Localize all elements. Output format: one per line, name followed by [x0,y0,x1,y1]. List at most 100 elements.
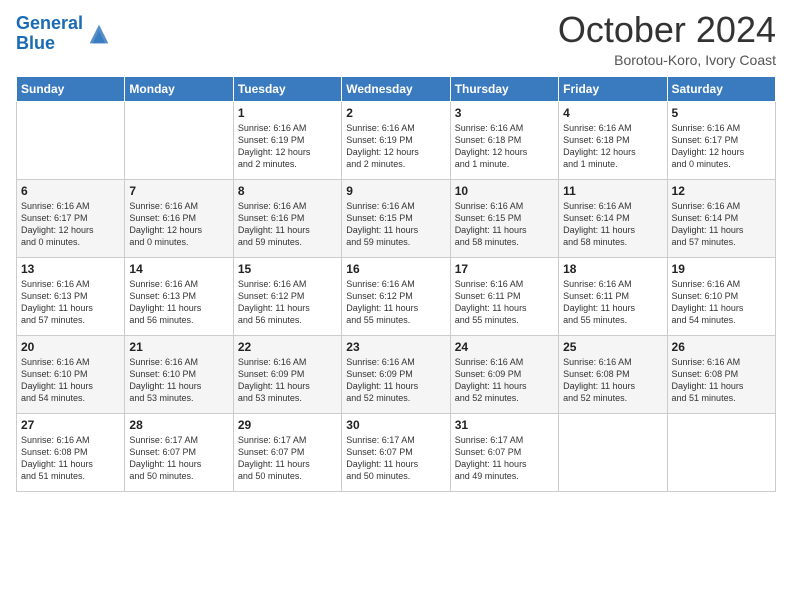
cell-info: Sunrise: 6:17 AM Sunset: 6:07 PM Dayligh… [455,434,554,483]
cell-info: Sunrise: 6:16 AM Sunset: 6:17 PM Dayligh… [672,122,771,171]
day-number: 3 [455,106,554,120]
day-number: 21 [129,340,228,354]
cell-info: Sunrise: 6:16 AM Sunset: 6:08 PM Dayligh… [563,356,662,405]
cell-info: Sunrise: 6:16 AM Sunset: 6:19 PM Dayligh… [238,122,337,171]
day-number: 18 [563,262,662,276]
day-number: 5 [672,106,771,120]
calendar-cell: 20 Sunrise: 6:16 AM Sunset: 6:10 PM Dayli… [17,335,125,413]
day-number: 20 [21,340,120,354]
col-wednesday: Wednesday [342,76,450,101]
col-tuesday: Tuesday [233,76,341,101]
col-saturday: Saturday [667,76,775,101]
day-number: 26 [672,340,771,354]
cell-info: Sunrise: 6:17 AM Sunset: 6:07 PM Dayligh… [129,434,228,483]
cell-info: Sunrise: 6:16 AM Sunset: 6:13 PM Dayligh… [21,278,120,327]
cell-info: Sunrise: 6:16 AM Sunset: 6:10 PM Dayligh… [21,356,120,405]
day-number: 8 [238,184,337,198]
cell-info: Sunrise: 6:16 AM Sunset: 6:18 PM Dayligh… [455,122,554,171]
calendar-cell: 14 Sunrise: 6:16 AM Sunset: 6:13 PM Dayli… [125,257,233,335]
cell-info: Sunrise: 6:16 AM Sunset: 6:10 PM Dayligh… [672,278,771,327]
calendar-cell: 11 Sunrise: 6:16 AM Sunset: 6:14 PM Dayli… [559,179,667,257]
cell-info: Sunrise: 6:16 AM Sunset: 6:09 PM Dayligh… [238,356,337,405]
page: General Blue October 2024 Borotou-Koro, … [0,0,792,612]
logo-text: General Blue [16,14,83,54]
calendar-cell: 26 Sunrise: 6:16 AM Sunset: 6:08 PM Dayli… [667,335,775,413]
header-row: Sunday Monday Tuesday Wednesday Thursday… [17,76,776,101]
week-row-3: 13 Sunrise: 6:16 AM Sunset: 6:13 PM Dayli… [17,257,776,335]
day-number: 23 [346,340,445,354]
cell-info: Sunrise: 6:16 AM Sunset: 6:18 PM Dayligh… [563,122,662,171]
cell-info: Sunrise: 6:16 AM Sunset: 6:11 PM Dayligh… [563,278,662,327]
cell-info: Sunrise: 6:16 AM Sunset: 6:08 PM Dayligh… [672,356,771,405]
calendar-cell: 8 Sunrise: 6:16 AM Sunset: 6:16 PM Daylig… [233,179,341,257]
day-number: 11 [563,184,662,198]
calendar-cell [559,413,667,491]
day-number: 1 [238,106,337,120]
day-number: 15 [238,262,337,276]
day-number: 9 [346,184,445,198]
calendar-cell: 13 Sunrise: 6:16 AM Sunset: 6:13 PM Dayli… [17,257,125,335]
calendar-body: 1 Sunrise: 6:16 AM Sunset: 6:19 PM Daylig… [17,101,776,491]
cell-info: Sunrise: 6:16 AM Sunset: 6:16 PM Dayligh… [238,200,337,249]
col-monday: Monday [125,76,233,101]
day-number: 28 [129,418,228,432]
cell-info: Sunrise: 6:16 AM Sunset: 6:13 PM Dayligh… [129,278,228,327]
calendar-cell [667,413,775,491]
title-block: October 2024 Borotou-Koro, Ivory Coast [558,10,776,68]
cell-info: Sunrise: 6:16 AM Sunset: 6:12 PM Dayligh… [346,278,445,327]
cell-info: Sunrise: 6:16 AM Sunset: 6:19 PM Dayligh… [346,122,445,171]
month-title: October 2024 [558,10,776,50]
day-number: 16 [346,262,445,276]
calendar-cell: 29Sunrise: 6:17 AM Sunset: 6:07 PM Dayli… [233,413,341,491]
calendar-cell [125,101,233,179]
calendar-cell: 6 Sunrise: 6:16 AM Sunset: 6:17 PM Daylig… [17,179,125,257]
day-number: 31 [455,418,554,432]
logo: General Blue [16,14,113,54]
col-friday: Friday [559,76,667,101]
calendar-cell: 2 Sunrise: 6:16 AM Sunset: 6:19 PM Daylig… [342,101,450,179]
day-number: 14 [129,262,228,276]
week-row-5: 27 Sunrise: 6:16 AM Sunset: 6:08 PM Dayli… [17,413,776,491]
cell-info: Sunrise: 6:16 AM Sunset: 6:14 PM Dayligh… [563,200,662,249]
week-row-1: 1 Sunrise: 6:16 AM Sunset: 6:19 PM Daylig… [17,101,776,179]
day-number: 2 [346,106,445,120]
calendar-cell: 1 Sunrise: 6:16 AM Sunset: 6:19 PM Daylig… [233,101,341,179]
cell-info: Sunrise: 6:16 AM Sunset: 6:11 PM Dayligh… [455,278,554,327]
day-number: 24 [455,340,554,354]
day-number: 27 [21,418,120,432]
day-number: 22 [238,340,337,354]
calendar-table: Sunday Monday Tuesday Wednesday Thursday… [16,76,776,492]
calendar-cell: 24Sunrise: 6:16 AM Sunset: 6:09 PM Dayli… [450,335,558,413]
calendar-header: Sunday Monday Tuesday Wednesday Thursday… [17,76,776,101]
col-thursday: Thursday [450,76,558,101]
day-number: 13 [21,262,120,276]
day-number: 6 [21,184,120,198]
calendar-cell: 19 Sunrise: 6:16 AM Sunset: 6:10 PM Dayli… [667,257,775,335]
day-number: 29 [238,418,337,432]
calendar-cell: 3 Sunrise: 6:16 AM Sunset: 6:18 PM Daylig… [450,101,558,179]
location-subtitle: Borotou-Koro, Ivory Coast [558,52,776,68]
logo-icon [85,20,113,48]
cell-info: Sunrise: 6:16 AM Sunset: 6:15 PM Dayligh… [455,200,554,249]
day-number: 12 [672,184,771,198]
calendar-cell: 15 Sunrise: 6:16 AM Sunset: 6:12 PM Dayli… [233,257,341,335]
cell-info: Sunrise: 6:16 AM Sunset: 6:17 PM Dayligh… [21,200,120,249]
calendar-cell: 17Sunrise: 6:16 AM Sunset: 6:11 PM Dayli… [450,257,558,335]
header: General Blue October 2024 Borotou-Koro, … [16,10,776,68]
calendar-cell: 23 Sunrise: 6:16 AM Sunset: 6:09 PM Dayli… [342,335,450,413]
logo-line1: General [16,13,83,33]
logo-line2: Blue [16,33,55,53]
calendar-cell: 5 Sunrise: 6:16 AM Sunset: 6:17 PM Daylig… [667,101,775,179]
day-number: 7 [129,184,228,198]
cell-info: Sunrise: 6:16 AM Sunset: 6:08 PM Dayligh… [21,434,120,483]
calendar-cell: 7Sunrise: 6:16 AM Sunset: 6:16 PM Daylig… [125,179,233,257]
calendar-cell: 22 Sunrise: 6:16 AM Sunset: 6:09 PM Dayli… [233,335,341,413]
day-number: 19 [672,262,771,276]
cell-info: Sunrise: 6:16 AM Sunset: 6:09 PM Dayligh… [346,356,445,405]
calendar-cell: 27 Sunrise: 6:16 AM Sunset: 6:08 PM Dayli… [17,413,125,491]
week-row-4: 20 Sunrise: 6:16 AM Sunset: 6:10 PM Dayli… [17,335,776,413]
cell-info: Sunrise: 6:16 AM Sunset: 6:15 PM Dayligh… [346,200,445,249]
calendar-cell: 28 Sunrise: 6:17 AM Sunset: 6:07 PM Dayli… [125,413,233,491]
cell-info: Sunrise: 6:16 AM Sunset: 6:12 PM Dayligh… [238,278,337,327]
calendar-cell: 21Sunrise: 6:16 AM Sunset: 6:10 PM Dayli… [125,335,233,413]
